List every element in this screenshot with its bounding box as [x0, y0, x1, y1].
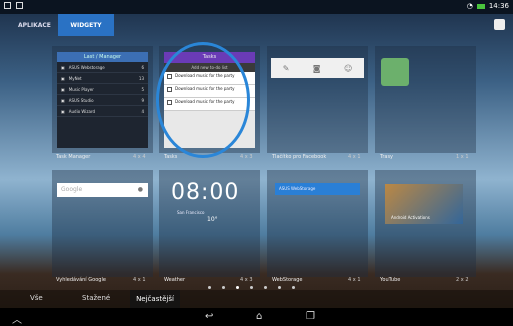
edit-icon: ✎	[282, 63, 290, 73]
list-item: Audio Wizard	[68, 108, 96, 114]
widget-size: 4 x 1	[348, 154, 361, 160]
widget-size: 1 x 1	[456, 154, 469, 160]
widget-size: 4 x 1	[133, 277, 146, 283]
list-item-value: 6	[141, 64, 144, 70]
mic-icon: ●	[137, 186, 143, 193]
widget-size: 4 x 1	[348, 277, 361, 283]
weather-clock: 08:00	[171, 180, 240, 205]
list-item: MyNet	[68, 75, 82, 81]
widget-webstorage[interactable]: ASUS WebStorage	[267, 170, 368, 277]
gallery-notification-icon	[16, 2, 23, 9]
tab-bar: APLIKACE WIDGETY	[0, 14, 513, 36]
widget-label: Tasks	[164, 154, 178, 160]
highlight-circle	[156, 42, 250, 158]
widget-youtube[interactable]: Android Activations	[375, 170, 476, 277]
task-manager-header: Last / Manager	[57, 52, 148, 62]
widget-size: 4 x 4	[133, 154, 146, 160]
maps-icon	[381, 58, 409, 86]
page-indicator	[264, 286, 267, 289]
page-indicator	[208, 286, 211, 289]
back-icon[interactable]: ↩	[205, 311, 213, 322]
widget-size: 4 x 3	[240, 154, 253, 160]
widget-facebook-button[interactable]: ✎ ◙ ☺	[267, 46, 368, 153]
list-item-value: 5	[141, 86, 144, 92]
widget-label: YouTube	[380, 277, 401, 283]
clock: 14:36	[488, 2, 509, 10]
category-all[interactable]: Vše	[30, 294, 43, 302]
widget-label: Weather	[164, 277, 186, 283]
widget-label: Vyhledávání Google	[56, 277, 106, 283]
widget-size: 4 x 3	[240, 277, 253, 283]
category-downloaded[interactable]: Stažené	[82, 294, 110, 302]
store-icon[interactable]	[494, 19, 505, 30]
webstorage-bar: ASUS WebStorage	[275, 183, 360, 195]
navigation-bar: ︿ ↩ ⌂ ❐	[0, 308, 513, 326]
tab-apps[interactable]: APLIKACE	[12, 14, 57, 36]
widget-label: WebStorage	[272, 277, 303, 283]
app-icon: ▣	[61, 75, 65, 81]
weather-location: San Francisco	[177, 210, 205, 215]
list-item: Music Player	[68, 86, 94, 92]
person-icon: ☺	[343, 63, 353, 73]
youtube-caption: Android Activations	[391, 215, 430, 220]
widget-label: Trasy	[380, 154, 394, 160]
app-icon: ▣	[61, 64, 65, 70]
widget-label: Tlačítko pro Facebook	[272, 154, 327, 160]
google-search-placeholder: Google	[61, 186, 83, 193]
page-indicator	[236, 286, 239, 289]
page-indicator	[278, 286, 281, 289]
page-indicator	[250, 286, 253, 289]
app-icon: ▣	[61, 108, 65, 114]
widget-task-manager[interactable]: Last / Manager ▣ ASUS Webstorage 6 ▣ MyNet 1…	[52, 46, 153, 153]
facebook-preview: ✎ ◙ ☺	[271, 58, 364, 78]
home-icon[interactable]: ⌂	[256, 311, 262, 322]
list-item: ASUS Studio	[68, 97, 94, 103]
notification-icon	[4, 2, 11, 9]
list-item-value: 13	[138, 75, 144, 81]
list-item-value: 4	[141, 108, 144, 114]
wifi-icon: ◔	[466, 2, 473, 10]
list-item: ASUS Webstorage	[68, 64, 105, 70]
widget-label: Task Manager	[56, 154, 91, 160]
category-bar: Vše Stažené Nejčastější	[0, 290, 513, 308]
app-icon: ▣	[61, 97, 65, 103]
tab-widgets[interactable]: WIDGETY	[58, 14, 114, 36]
battery-icon	[476, 3, 485, 9]
task-manager-preview: Last / Manager ▣ ASUS Webstorage 6 ▣ MyNet 1…	[57, 52, 148, 148]
page-indicator	[222, 286, 225, 289]
list-item-value: 9	[141, 97, 144, 103]
widget-google-search[interactable]: Google ●	[52, 170, 153, 277]
widget-weather[interactable]: 08:00 San Francisco 10°	[159, 170, 260, 277]
app-icon: ▣	[61, 86, 65, 92]
chevron-up-icon[interactable]: ︿	[12, 311, 22, 326]
category-top[interactable]: Nejčastější	[130, 290, 180, 308]
widget-size: 2 x 2	[456, 277, 469, 283]
status-bar: ◔ 14:36	[0, 0, 513, 14]
camera-icon: ◙	[312, 63, 321, 73]
google-search-bar: Google ●	[57, 183, 148, 197]
page-indicator	[292, 286, 295, 289]
recent-apps-icon[interactable]: ❐	[306, 311, 315, 322]
widget-trasy[interactable]	[375, 46, 476, 153]
weather-temperature: 10°	[207, 216, 218, 223]
youtube-preview: Android Activations	[385, 184, 463, 224]
